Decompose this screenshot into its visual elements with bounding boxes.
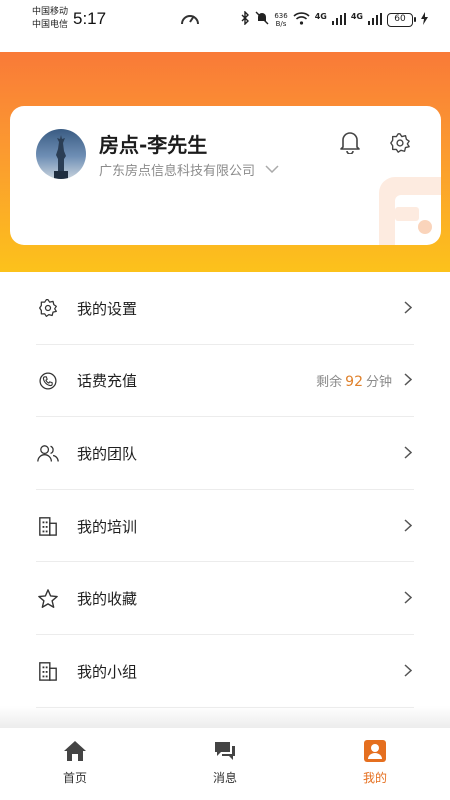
building-icon — [36, 514, 60, 538]
tab-profile[interactable]: 我的 — [300, 728, 450, 800]
network-speed-value: 636 — [274, 11, 288, 20]
message-icon — [213, 740, 237, 766]
profile-icon — [364, 740, 386, 766]
tab-label: 我的 — [362, 771, 387, 785]
star-icon — [36, 587, 60, 611]
network-type-2: 4G — [350, 12, 363, 21]
menu-item-training[interactable]: 我的培训 — [0, 490, 450, 563]
remaining-minutes: 剩余 92 分钟 — [316, 371, 392, 390]
menu-item-settings[interactable]: 我的设置 — [0, 272, 450, 345]
tab-label: 首页 — [62, 771, 87, 785]
status-bar: 中国移动 中国电信 5:17 636 B/s 4G 4G 60 — [0, 0, 450, 40]
user-name: 房点-李先生 — [99, 133, 208, 157]
menu-list: 我的设置 话费充值 剩余 92 分钟 我的团队 我的培训 我的收藏 我的小组 — [0, 272, 450, 708]
tab-messages[interactable]: 消息 — [150, 728, 300, 800]
mute-bell-icon — [255, 10, 269, 29]
wifi-icon — [293, 10, 310, 29]
remaining-suffix: 分钟 — [365, 375, 392, 391]
phone-icon — [36, 369, 60, 393]
chevron-right-icon — [404, 444, 413, 463]
signal-icon — [331, 10, 346, 29]
speedometer-icon — [180, 10, 200, 32]
chevron-right-icon — [404, 517, 413, 536]
chevron-right-icon — [404, 589, 413, 608]
signal-icon — [368, 10, 382, 29]
company-name: 广东房点信息科技有限公司 — [99, 164, 256, 179]
brand-watermark — [361, 155, 441, 245]
bluetooth-icon — [241, 10, 250, 29]
carrier-1: 中国移动 — [32, 7, 69, 17]
home-icon — [63, 740, 87, 766]
menu-item-favorites[interactable]: 我的收藏 — [0, 562, 450, 635]
menu-item-label: 我的团队 — [77, 444, 138, 463]
company-selector[interactable]: 广东房点信息科技有限公司 — [99, 160, 279, 179]
menu-item-label: 我的设置 — [77, 299, 138, 318]
bell-icon[interactable] — [339, 130, 361, 158]
team-icon — [36, 441, 60, 465]
tab-label: 消息 — [212, 771, 237, 785]
building-icon — [36, 659, 60, 683]
battery-indicator: 60 — [387, 12, 416, 27]
chevron-right-icon — [404, 662, 413, 681]
status-icons: 636 B/s 4G 4G 60 — [241, 10, 428, 29]
status-time: 5:17 — [73, 9, 107, 28]
remaining-prefix: 剩余 — [316, 375, 343, 391]
gear-icon — [36, 296, 60, 320]
tab-home[interactable]: 首页 — [0, 728, 150, 800]
network-speed-unit: B/s — [275, 19, 287, 28]
menu-item-phone-recharge[interactable]: 话费充值 剩余 92 分钟 — [0, 345, 450, 418]
carrier-2: 中国电信 — [32, 20, 69, 30]
chevron-right-icon — [404, 371, 413, 390]
menu-item-team[interactable]: 我的团队 — [0, 417, 450, 490]
avatar[interactable] — [36, 129, 86, 179]
carrier-info: 中国移动 中国电信 — [32, 6, 68, 32]
menu-item-label: 话费充值 — [77, 372, 138, 391]
menu-item-label: 我的收藏 — [77, 590, 138, 609]
profile-card[interactable]: 房点-李先生 广东房点信息科技有限公司 — [10, 106, 441, 245]
chevron-down-icon — [265, 162, 279, 177]
bottom-tab-bar: 首页 消息 我的 — [0, 728, 450, 800]
chevron-right-icon — [404, 299, 413, 318]
menu-item-group[interactable]: 我的小组 — [0, 635, 450, 708]
charging-icon — [421, 10, 428, 29]
menu-item-label: 我的小组 — [77, 662, 138, 681]
remaining-value: 92 — [345, 374, 363, 391]
network-type-1: 4G — [314, 12, 327, 21]
network-speed: 636 B/s — [274, 12, 287, 28]
menu-item-label: 我的培训 — [77, 517, 138, 536]
